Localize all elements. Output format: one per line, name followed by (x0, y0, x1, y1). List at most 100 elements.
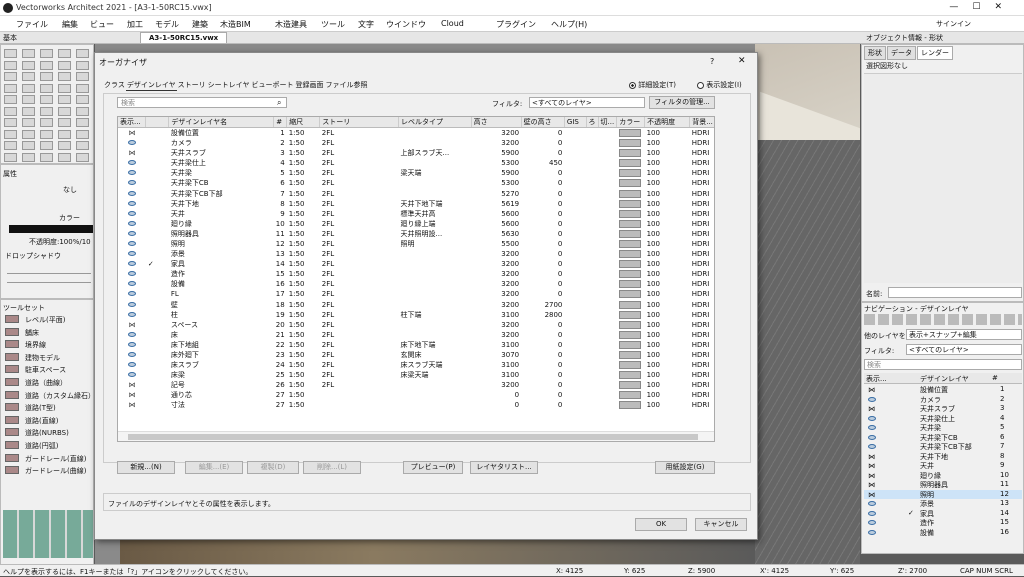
table-row[interactable]: 設備 16 1:50 2FL 3200 0 100 HDRI (118, 279, 714, 289)
table-row[interactable]: 天井梁下CB下部 7 1:50 2FL 5270 0 100 HDRI (118, 188, 714, 198)
opacity-label[interactable]: 不透明度:100%/10 (29, 237, 91, 247)
basic-tool-icon[interactable] (4, 106, 17, 116)
edit-button[interactable]: 編集...(E) (185, 461, 243, 474)
eye-icon[interactable] (868, 424, 876, 432)
column-header[interactable]: デザインレイヤ名 (168, 117, 275, 128)
basic-tool-icon[interactable] (40, 72, 53, 81)
basic-tool-icon[interactable] (22, 129, 35, 139)
dialog-search-input[interactable]: 検索 (117, 97, 287, 108)
obj-tab-0[interactable]: 形状 (864, 46, 886, 60)
nav-layer-row[interactable]: ⋈ 廻り縁 10 (864, 471, 1022, 481)
toolset-item[interactable]: ガードレール(直線) (3, 452, 93, 464)
table-row[interactable]: 天井 9 1:50 2FL 標準天井高 5600 0 100 HDRI (118, 209, 714, 219)
preview-button[interactable]: プレビュー(P) (403, 461, 463, 474)
menu-item-13[interactable]: ヘルプ(H) (551, 19, 587, 30)
paper-setup-button[interactable]: 用紙設定(G) (655, 461, 715, 474)
nav-col-num[interactable]: # (992, 374, 998, 382)
basic-tool-icon[interactable] (58, 60, 71, 70)
nav-layer-row[interactable]: 天井梁下CB 6 (864, 433, 1022, 443)
toolset-item[interactable]: 道路（曲線） (3, 376, 93, 388)
dialog-tab-1[interactable]: デザインレイヤ (125, 80, 177, 91)
basic-tool-icon[interactable] (40, 49, 53, 58)
hidden-x-icon[interactable]: ⋈ (868, 453, 875, 461)
hidden-x-icon[interactable]: ⋈ (868, 386, 875, 394)
nav-layer-row[interactable]: ⋈ 照明器具 11 (864, 480, 1022, 490)
table-row[interactable]: ⋈ 設備位置 1 1:50 2FL 3200 0 100 HDRI (118, 128, 714, 139)
dialog-tab-2[interactable]: ストーリ (177, 80, 207, 90)
nav-search-input[interactable]: 検索 (864, 359, 1022, 370)
nav-layer-row[interactable]: 天井梁仕上 4 (864, 414, 1022, 424)
basic-tool-icon[interactable] (22, 95, 35, 104)
nav-layer-row[interactable]: カメラ 2 (864, 395, 1022, 405)
dialog-tab-5[interactable]: 登録画面 (294, 80, 324, 90)
nav-layer-row[interactable]: ⋈ 天井スラブ 3 (864, 404, 1022, 414)
basic-tool-icon[interactable] (4, 118, 17, 127)
hidden-x-icon[interactable]: ⋈ (868, 481, 875, 489)
menu-item-8[interactable]: ツール (321, 19, 345, 30)
basic-tool-icon[interactable] (76, 72, 89, 81)
pen-color-swatch[interactable] (9, 225, 93, 233)
table-row[interactable]: 床下地組 22 1:50 2FL 床下地下端 3100 0 100 HDRI (118, 340, 714, 350)
eye-icon[interactable] (868, 510, 876, 518)
nav-col-display[interactable]: 表示... (866, 374, 887, 384)
table-row[interactable]: 天井梁下CB 6 1:50 2FL 5300 0 100 HDRI (118, 178, 714, 188)
toolset-item[interactable]: 道路(NURBS) (3, 426, 93, 438)
menu-item-6[interactable]: 木造BIM (220, 19, 251, 30)
filter-manage-button[interactable]: フィルタの管理... (649, 96, 715, 109)
delete-button[interactable]: 削除...(L) (303, 461, 361, 474)
column-header[interactable]: ろ (586, 117, 599, 128)
basic-tool-icon[interactable] (22, 118, 35, 127)
menu-item-10[interactable]: ウインドウ (386, 19, 426, 30)
table-row[interactable]: 添景 13 1:50 2FL 3200 0 100 HDRI (118, 249, 714, 259)
toolset-item[interactable]: 舗床 (3, 326, 93, 338)
column-header[interactable]: # (273, 117, 288, 128)
basic-tool-icon[interactable] (40, 129, 53, 139)
column-header[interactable]: ストーリ (319, 117, 400, 128)
column-header[interactable]: 壁の高さ (521, 117, 565, 128)
basic-tool-icon[interactable] (76, 83, 89, 93)
column-header[interactable]: 縮尺 (286, 117, 321, 128)
nav-layer-row[interactable]: 造作 15 (864, 518, 1022, 528)
menu-item-9[interactable]: 文字 (358, 19, 374, 30)
basic-tool-icon[interactable] (58, 49, 71, 58)
basic-tool-icon[interactable] (58, 129, 71, 139)
basic-tool-icon[interactable] (58, 72, 71, 81)
toolset-item[interactable]: 道路(円弧) (3, 439, 93, 451)
nav-layer-row[interactable]: ⋈ 天井 9 (864, 461, 1022, 471)
toolset-item[interactable]: 駐車スペース (3, 363, 93, 375)
cancel-button[interactable]: キャンセル (695, 518, 747, 531)
other-layers-select[interactable]: 表示+スナップ+編集 (906, 329, 1022, 340)
menu-item-5[interactable]: 建築 (192, 19, 208, 30)
nav-layer-row[interactable]: 設備 16 (864, 528, 1022, 538)
eye-icon[interactable] (868, 443, 876, 451)
layer-list-button[interactable]: レイヤタリスト... (470, 461, 538, 474)
basic-tool-icon[interactable] (76, 95, 89, 104)
ok-button[interactable]: OK (635, 518, 687, 531)
nav-layer-row[interactable]: 天井梁 5 (864, 423, 1022, 433)
table-row[interactable]: 壁 18 1:50 2FL 3200 2700 100 HDRI (118, 300, 714, 310)
table-row[interactable]: ⋈ 記号 26 1:50 2FL 3200 0 100 HDRI (118, 380, 714, 390)
nav-layer-row[interactable]: ⋈ 設備位置 1 (864, 385, 1022, 395)
eye-icon[interactable] (868, 500, 876, 508)
basic-tool-icon[interactable] (76, 118, 89, 127)
basic-tool-icon[interactable] (58, 141, 71, 150)
table-hscrollbar[interactable] (118, 431, 714, 441)
basic-tool-icon[interactable] (40, 60, 53, 70)
table-row[interactable]: 床スラブ 24 1:50 2FL 床スラブ天端 3100 0 100 HDRI (118, 360, 714, 370)
obj-tab-1[interactable]: データ (887, 46, 916, 60)
search-icon[interactable]: ⌕ (277, 98, 281, 108)
basic-tool-icon[interactable] (4, 60, 17, 70)
hidden-x-icon[interactable]: ⋈ (868, 491, 875, 499)
table-row[interactable]: 柱 19 1:50 2FL 柱下端 3100 2800 100 HDRI (118, 310, 714, 320)
dialog-help-button[interactable]: ? (710, 57, 714, 66)
toolset-item[interactable]: 道路(直線) (3, 414, 93, 426)
column-header[interactable]: GIS (564, 117, 587, 128)
table-row[interactable]: ⋈ 寸法 27 1:50 0 0 100 HDRI (118, 400, 714, 410)
table-row[interactable]: ⋈ 天井スラブ 3 1:50 2FL 上部スラブ天... 5900 0 100 HDRI (118, 148, 714, 158)
menu-item-1[interactable]: 編集 (62, 19, 78, 30)
table-row[interactable]: 廻り縁 10 1:50 2FL 廻り縁上端 5600 0 100 HDRI (118, 219, 714, 229)
column-header[interactable]: 不透明度 (644, 117, 691, 128)
dialog-tab-0[interactable]: クラス (103, 80, 126, 90)
basic-tool-icon[interactable] (22, 60, 35, 70)
menu-item-3[interactable]: 加工 (127, 19, 143, 30)
